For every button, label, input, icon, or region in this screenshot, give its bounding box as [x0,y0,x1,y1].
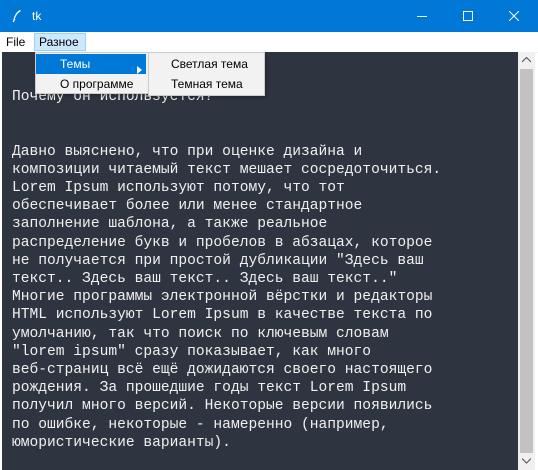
feather-icon [9,8,25,24]
editor-line: получил много версий. Некоторые версии п… [12,398,433,415]
editor-line: по ошибке, некоторые - намеренно (наприм… [12,416,389,433]
menu-bar: File Разное [0,32,538,53]
vertical-scrollbar[interactable] [518,52,535,470]
themes-submenu: Светлая тема Темная тема [148,52,265,96]
editor-line: текст.. Здесь ваш текст.. Здесь ваш текс… [12,271,398,288]
close-button[interactable] [491,0,537,32]
editor-line: юмористические варианты). [12,434,231,451]
editor-line: обеспечивает более или менее стандартное [12,198,363,215]
minimize-icon [417,16,427,17]
text-editor[interactable]: Почему он используется? Давно выяснено, … [2,52,518,470]
editor-line: "lorem ipsum" сразу показывает, как мног… [12,343,372,360]
chevron-up-icon [522,57,531,63]
menu-item-label: Темная тема [171,77,243,91]
window-title: tk [32,9,42,23]
menu-raznoe[interactable]: Разное [34,33,86,51]
editor-line: композиции читаемый текст мешает сосредо… [12,161,442,178]
editor-text: Почему он используется? Давно выяснено, … [12,88,518,452]
menu-item-label: Светлая тема [171,57,248,71]
chevron-down-icon [522,458,531,464]
editor-line: не получается при простой дубликации "Зд… [12,252,424,269]
close-icon [509,11,519,21]
menu-item-light-theme[interactable]: Светлая тема [149,54,262,74]
editor-line: рождения. За прошедшие годы текст Lorem … [12,380,407,397]
menu-item-label: Темы [60,57,91,71]
editor-line: Многие программы электронной вёрстки и р… [12,289,433,306]
editor-line: Давно выяснено, что при оценке дизайна и [12,143,363,160]
editor-line: Lorem Ipsum используют потому, что тот [12,180,345,197]
scrollbar-thumb[interactable] [520,69,533,453]
editor-line: HTML используют Lorem Ipsum в качестве т… [12,307,433,324]
minimize-button[interactable] [399,0,445,32]
editor-line: заполнение шаблона, а также реальное [12,216,328,233]
maximize-icon [463,11,473,21]
menu-file[interactable]: File [2,33,32,51]
maximize-button[interactable] [445,0,491,32]
scroll-up-button[interactable] [518,52,535,69]
editor-line: распределение букв и пробелов в абзацах,… [12,234,433,251]
menu-item-themes[interactable]: Темы [36,54,146,74]
editor-line: веб-страниц всё ещё дожидаются своего на… [12,362,433,379]
menu-item-dark-theme[interactable]: Темная тема [149,74,262,94]
menu-item-about[interactable]: О программе [36,74,146,94]
raznoe-dropdown: Темы О программе [35,52,149,94]
title-bar[interactable]: tk [0,0,538,32]
menu-item-label: О программе [60,77,134,91]
scroll-down-button[interactable] [518,453,535,470]
editor-line: умолчанию, так что поиск по ключевым сло… [12,325,389,342]
